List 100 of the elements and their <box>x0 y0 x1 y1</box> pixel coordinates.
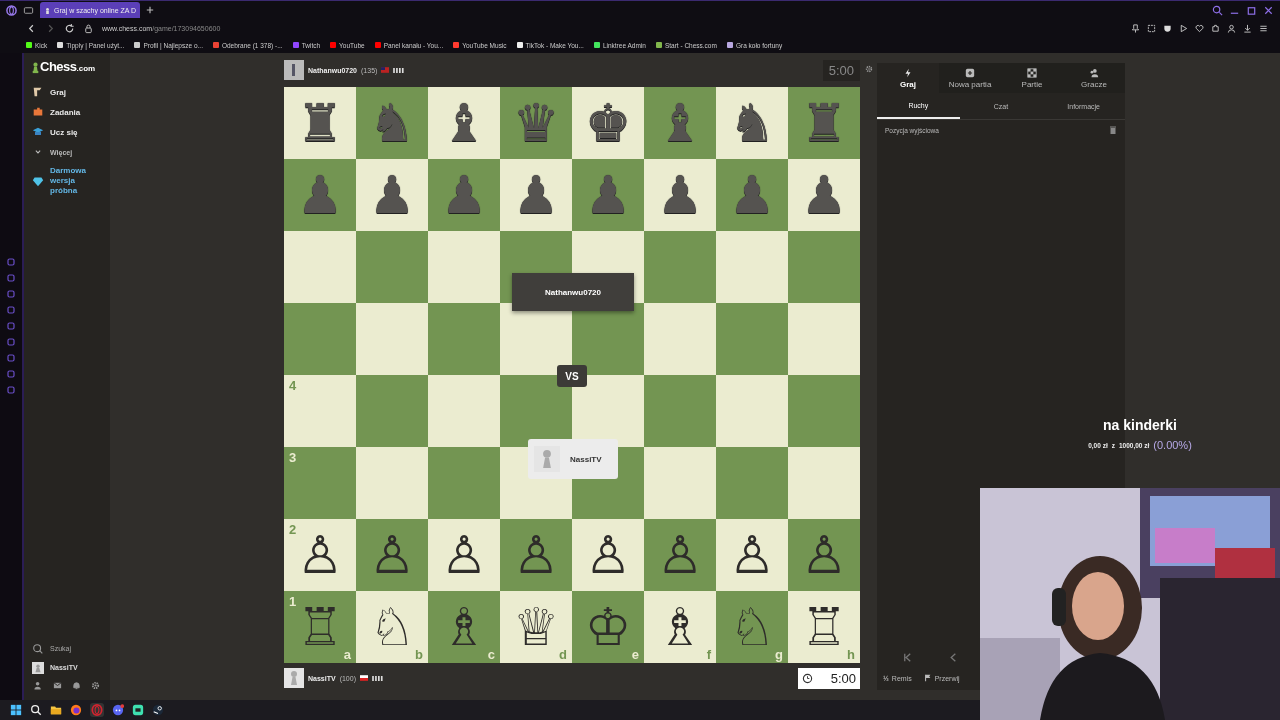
chess-piece[interactable]: ♘ <box>368 601 416 653</box>
skip-back-icon <box>901 651 913 663</box>
lightning-icon <box>903 67 913 78</box>
rank-label: 2 <box>289 522 297 537</box>
chess-piece[interactable]: ♙ <box>728 529 776 581</box>
shield-icon[interactable] <box>1163 23 1172 33</box>
new-tab-icon[interactable] <box>146 6 154 14</box>
board-square[interactable]: ♜ <box>284 87 356 159</box>
signal-bars-icon <box>371 675 384 681</box>
chess-piece[interactable]: ♘ <box>728 601 776 653</box>
rank-label: 1 <box>289 594 297 609</box>
discord-icon[interactable] <box>112 704 124 716</box>
chess-piece[interactable]: ♙ <box>584 529 632 581</box>
chess-piece[interactable]: ♙ <box>296 529 344 581</box>
heart-icon[interactable] <box>1195 23 1204 33</box>
menu-icon[interactable] <box>1259 23 1268 33</box>
windows-start-icon[interactable] <box>10 704 22 716</box>
board-square[interactable]: ♟ <box>356 159 428 231</box>
board-square[interactable]: ♟ <box>500 159 572 231</box>
board-square[interactable]: ♙ <box>644 519 716 591</box>
opponent-intro-dialog: Nathanwu0720 <box>512 273 634 311</box>
chess-piece[interactable]: ♟ <box>368 169 416 221</box>
settings-icon[interactable] <box>865 65 873 73</box>
chess-piece[interactable]: ♕ <box>512 601 560 653</box>
settings-icon[interactable] <box>91 681 100 690</box>
file-label: e <box>631 647 639 662</box>
chess-piece[interactable]: ♟ <box>512 169 560 221</box>
checkerboard-icon <box>1027 67 1037 78</box>
nav-item[interactable]: Darmowa wersja próbna <box>32 166 110 196</box>
close-icon[interactable] <box>1263 4 1274 16</box>
board-square[interactable]: ♞ <box>716 87 788 159</box>
board-square[interactable]: ♝ <box>428 87 500 159</box>
delete-icon[interactable] <box>1109 126 1117 134</box>
pin-icon[interactable] <box>1131 23 1140 33</box>
friends-icon[interactable] <box>34 681 43 690</box>
firefox-icon[interactable] <box>70 704 82 716</box>
tab-menu-icon[interactable] <box>23 4 34 16</box>
chess-piece[interactable]: ♖ <box>800 601 848 653</box>
diamond-icon <box>32 175 44 187</box>
board-square[interactable]: ♚ <box>572 87 644 159</box>
reload-icon[interactable] <box>64 22 75 34</box>
opera-icon[interactable] <box>90 703 104 717</box>
flag-icon <box>381 67 390 73</box>
search-icon[interactable] <box>30 704 42 716</box>
board-square[interactable]: ♟ <box>788 159 860 231</box>
rank-label: 3 <box>289 450 297 465</box>
file-label: b <box>415 647 423 662</box>
profile-icon[interactable] <box>1227 23 1236 33</box>
panel-tab[interactable]: Graj <box>877 63 939 93</box>
chess-piece[interactable]: ♙ <box>656 529 704 581</box>
mail-icon[interactable] <box>53 681 62 690</box>
chess-piece[interactable]: ♜ <box>296 97 344 149</box>
chess-piece[interactable]: ♖ <box>296 601 344 653</box>
pawn-logo-icon[interactable] <box>32 61 39 74</box>
maximize-icon[interactable] <box>1246 4 1257 16</box>
nav-item[interactable]: Ucz się <box>32 122 110 142</box>
panel-tab[interactable]: Partie <box>1001 63 1063 93</box>
panel-tab[interactable]: Nowa partia <box>939 63 1001 93</box>
board-square[interactable]: ♙ <box>356 519 428 591</box>
snapshot-icon[interactable] <box>1147 23 1156 33</box>
play-icon[interactable] <box>1179 23 1188 33</box>
chess-piece[interactable]: ♟ <box>656 169 704 221</box>
nav-item[interactable]: Zadania <box>32 102 110 122</box>
chess-piece[interactable]: ♞ <box>728 97 776 149</box>
opera-logo-icon[interactable] <box>6 4 17 16</box>
app-icon[interactable] <box>132 704 144 716</box>
chess-piece[interactable]: ♝ <box>440 97 488 149</box>
board-square[interactable]: ♙ <box>716 519 788 591</box>
board-square[interactable]: ♙ <box>788 519 860 591</box>
file-label: h <box>847 647 855 662</box>
file-label: c <box>487 647 495 662</box>
board-square[interactable]: ♟ <box>644 159 716 231</box>
board-square[interactable]: ♙ <box>428 519 500 591</box>
nav-item[interactable]: Graj <box>32 82 110 102</box>
search-icon <box>32 642 44 655</box>
extensions-icon[interactable] <box>1211 23 1220 33</box>
chess-piece[interactable]: ♙ <box>440 529 488 581</box>
chess-piece[interactable]: ♗ <box>656 601 704 653</box>
goal-title: na kinderki <box>1103 417 1177 433</box>
people-icon <box>1089 67 1099 78</box>
steam-icon[interactable] <box>152 704 164 716</box>
chess-piece[interactable]: ♗ <box>440 601 488 653</box>
chess-piece[interactable]: ♙ <box>368 529 416 581</box>
download-icon[interactable] <box>1243 23 1252 33</box>
bell-icon[interactable] <box>72 681 81 690</box>
chess-piece[interactable]: ♔ <box>584 601 632 653</box>
chess-piece[interactable]: ♚ <box>584 97 632 149</box>
avatar-icon <box>284 60 304 80</box>
file-label: f <box>706 647 711 662</box>
board-square[interactable]: ♙ <box>572 519 644 591</box>
panel-tab[interactable]: Gracze <box>1063 63 1125 93</box>
chess-piece[interactable]: ♙ <box>800 529 848 581</box>
clock-icon <box>802 672 813 684</box>
pawn-icon <box>44 6 51 14</box>
chess-piece[interactable]: ♟ <box>800 169 848 221</box>
board-square[interactable]: ♙ <box>500 519 572 591</box>
chess-logo[interactable]: Chess.com <box>40 59 96 74</box>
folder-icon[interactable] <box>50 704 62 716</box>
chess-piece[interactable]: ♙ <box>512 529 560 581</box>
file-label: a <box>343 647 351 662</box>
